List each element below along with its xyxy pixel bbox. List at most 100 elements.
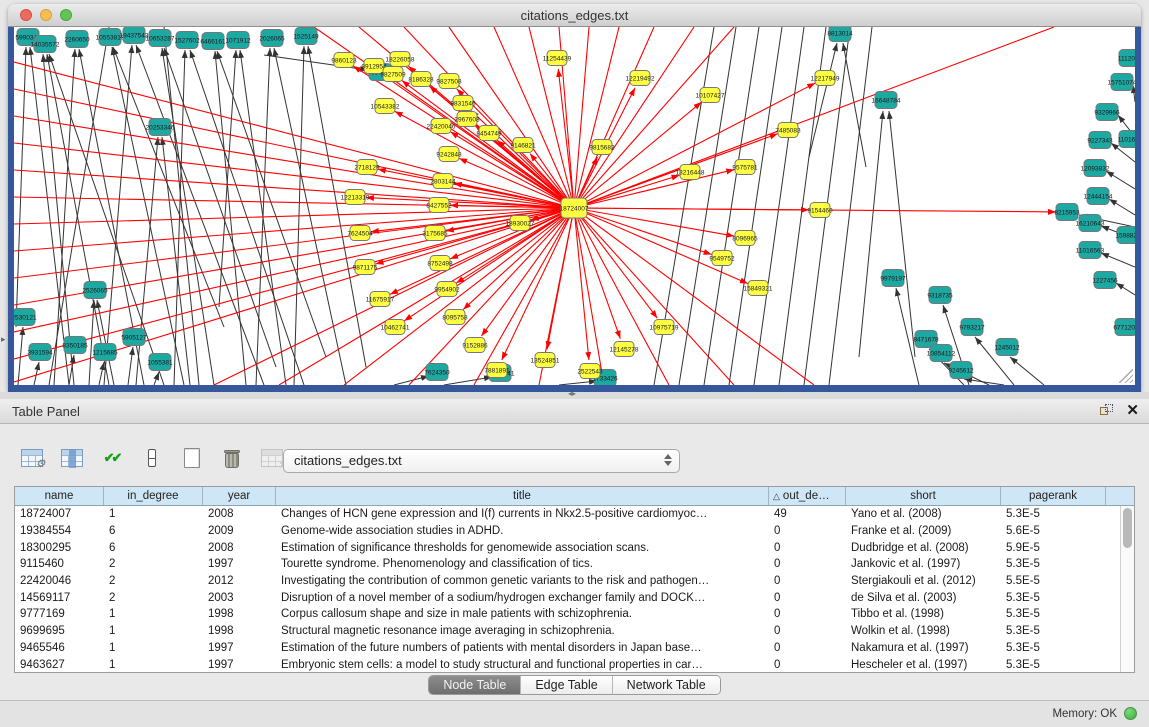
graph-node[interactable]: 12093832 xyxy=(1081,160,1110,177)
graph-node[interactable]: 9815682 xyxy=(589,140,615,155)
graph-edge[interactable] xyxy=(308,46,366,367)
graph-edge[interactable] xyxy=(1010,357,1044,385)
table-row[interactable]: 911546021997Tourette syndrome. Phenomeno… xyxy=(15,556,1134,573)
column-header-outde[interactable]: △out_de… xyxy=(769,487,846,505)
graph-edge[interactable] xyxy=(1106,171,1135,189)
graph-node[interactable]: 20253346 xyxy=(146,119,175,136)
table-row[interactable]: 977716911998Corpus callosum shape and si… xyxy=(15,606,1134,623)
column-header-indegree[interactable]: in_degree xyxy=(104,487,203,505)
graph-node[interactable]: 12217949 xyxy=(811,71,840,86)
graph-node[interactable]: 9152886 xyxy=(462,338,488,353)
graph-node[interactable]: 9793217 xyxy=(959,319,985,336)
table-row[interactable]: 1830029562008Estimation of significance … xyxy=(15,539,1134,556)
graph-node[interactable]: 9154460 xyxy=(807,203,833,218)
create-column-icon[interactable] xyxy=(178,445,205,471)
graph-node[interactable]: 7624504 xyxy=(347,226,373,241)
graph-edge[interactable] xyxy=(1101,253,1135,267)
column-header-pagerank[interactable]: pagerank xyxy=(1001,487,1106,505)
table-row[interactable]: 1456911722003Disruption of a novel membe… xyxy=(15,589,1134,606)
graph-edge[interactable] xyxy=(99,362,104,385)
show-columns-icon[interactable] xyxy=(58,445,85,471)
graph-node[interactable]: 11016563 xyxy=(1076,242,1105,259)
graph-edge[interactable] xyxy=(809,43,837,157)
column-header-short[interactable]: short xyxy=(846,487,1001,505)
window-titlebar[interactable]: citations_edges.txt xyxy=(8,4,1141,27)
graph-node[interactable]: 8215953 xyxy=(1054,204,1080,221)
graph-node[interactable]: 6466161 xyxy=(200,33,226,50)
tab-node-table[interactable]: Node Table xyxy=(429,676,521,694)
graph-node[interactable]: 1071912 xyxy=(225,32,251,49)
graph-node[interactable]: 9979197 xyxy=(880,270,906,287)
graph-edge[interactable] xyxy=(128,347,133,385)
graph-node[interactable]: 2967608 xyxy=(454,112,480,127)
graph-node[interactable]: 2026065 xyxy=(259,30,285,47)
table-selector[interactable]: citations_edges.txt xyxy=(283,449,680,473)
column-header-title[interactable]: title xyxy=(276,487,769,505)
graph-edge[interactable] xyxy=(164,27,199,385)
graph-node[interactable]: 1598823 xyxy=(1115,227,1135,244)
graph-node[interactable]: 10462741 xyxy=(381,320,410,335)
table-row[interactable]: 946362711997Embryonic stem cells: a mode… xyxy=(15,656,1134,673)
graph-node[interactable]: 8096965 xyxy=(732,231,758,246)
graph-node[interactable]: 8454749 xyxy=(476,126,502,141)
graph-node[interactable]: 1215685 xyxy=(92,344,118,361)
graph-node[interactable]: 10854112 xyxy=(927,345,956,362)
graph-node[interactable]: 13524851 xyxy=(531,353,560,368)
graph-node[interactable]: 16648784 xyxy=(872,92,901,109)
graph-edge[interactable] xyxy=(574,208,814,385)
graph-node[interactable]: 1112034 xyxy=(1118,50,1135,67)
graph-edge[interactable] xyxy=(30,47,69,385)
graph-edge[interactable] xyxy=(402,81,574,208)
resize-grip[interactable] xyxy=(1119,369,1133,383)
graph-node[interactable]: 9827508 xyxy=(436,74,462,89)
graph-node[interactable]: 5905127 xyxy=(121,329,147,346)
graph-edge[interactable] xyxy=(754,27,804,385)
graph-node[interactable]: 18226058 xyxy=(386,52,415,67)
graph-node[interactable]: 9860123 xyxy=(331,53,357,68)
graph-node[interactable]: 9329966 xyxy=(1094,104,1120,121)
graph-node[interactable]: 12213319 xyxy=(341,190,370,205)
delete-column-icon[interactable] xyxy=(218,445,245,471)
network-view[interactable]: 5990346140355722260650105538191943754310… xyxy=(14,27,1135,385)
table-row[interactable]: 1938455462009Genome-wide association stu… xyxy=(15,523,1134,540)
select-columns-icon[interactable]: ✔✔ xyxy=(98,445,125,471)
graph-node[interactable]: 1055381 xyxy=(147,354,173,371)
graph-node[interactable]: 2530121 xyxy=(14,309,37,326)
splitter-handle-icon[interactable]: ◂▸ xyxy=(568,389,576,398)
graph-edge[interactable] xyxy=(679,27,736,385)
graph-node[interactable]: 10107427 xyxy=(696,88,725,103)
graph-node[interactable]: 8350185 xyxy=(62,337,88,354)
graph-node[interactable]: 14035572 xyxy=(31,36,60,53)
graph-node[interactable]: 9827509 xyxy=(380,67,406,82)
table-row[interactable]: 969969511998Structural magnetic resonanc… xyxy=(15,623,1134,640)
graph-edge[interactable] xyxy=(43,54,74,385)
graph-node[interactable]: 9146821 xyxy=(510,138,536,153)
graph-node[interactable]: 9871175 xyxy=(353,260,378,275)
graph-edge[interactable] xyxy=(136,45,264,385)
graph-node[interactable]: 10975719 xyxy=(650,320,679,335)
table-row[interactable]: 946554611997Estimation of the future num… xyxy=(15,640,1134,657)
graph-node[interactable]: 1525149 xyxy=(293,28,319,45)
float-panel-icon[interactable] xyxy=(1100,404,1114,418)
graph-node[interactable]: 2803144 xyxy=(430,174,456,189)
graph-edge[interactable] xyxy=(154,372,159,385)
graph-node[interactable]: 3175685 xyxy=(422,226,448,241)
graph-edge[interactable] xyxy=(574,208,657,318)
graph-node[interactable]: 12219492 xyxy=(626,71,655,86)
graph-edge[interactable] xyxy=(16,47,26,327)
tab-network-table[interactable]: Network Table xyxy=(613,676,720,694)
graph-node[interactable]: 12145278 xyxy=(610,342,639,357)
graph-node[interactable]: 11254439 xyxy=(543,51,572,66)
graph-node[interactable]: 10653287 xyxy=(146,30,175,47)
tab-edge-table[interactable]: Edge Table xyxy=(521,676,612,694)
graph-node[interactable]: 9318735 xyxy=(927,287,953,304)
graph-node[interactable]: 1227456 xyxy=(1092,272,1118,289)
graph-node[interactable]: 12444154 xyxy=(1084,188,1113,205)
graph-node[interactable]: 1527602 xyxy=(174,32,200,49)
graph-node[interactable]: 2260650 xyxy=(64,31,90,48)
graph-node[interactable]: 8186328 xyxy=(408,72,434,87)
graph-edge[interactable] xyxy=(574,27,734,208)
graph-node[interactable]: 7485083 xyxy=(775,123,801,138)
graph-edge[interactable] xyxy=(704,27,759,385)
graph-node[interactable]: 9954902 xyxy=(434,282,460,297)
